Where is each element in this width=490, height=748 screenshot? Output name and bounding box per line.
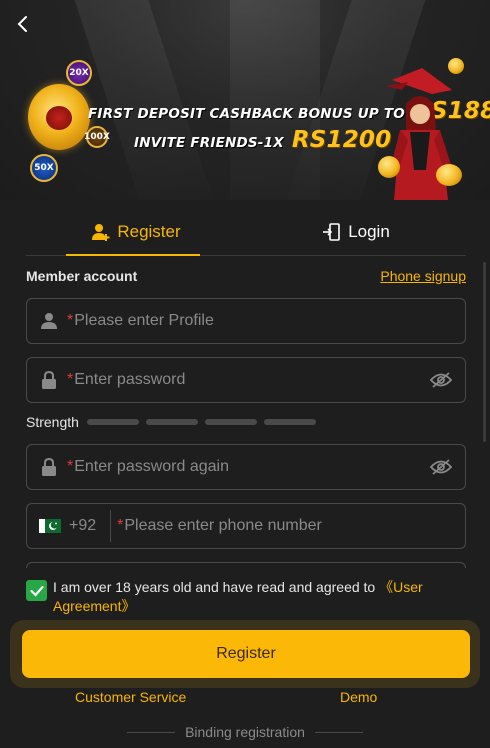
required-marker: *	[117, 517, 124, 534]
register-button-glow: Register	[10, 620, 480, 688]
multiplier-chip-icon: 50X	[30, 154, 58, 182]
coin-icon	[378, 156, 400, 178]
eye-off-icon[interactable]	[429, 459, 453, 475]
strength-bar	[145, 419, 198, 425]
check-icon	[29, 585, 44, 597]
agreement-row: I am over 18 years old and have read and…	[26, 578, 466, 616]
agreement-text: I am over 18 years old and have read and…	[53, 578, 466, 616]
confirm-password-field: *	[26, 444, 466, 490]
required-marker: *	[67, 371, 74, 388]
confirm-password-input[interactable]	[74, 458, 429, 476]
agreement-checkbox[interactable]	[26, 580, 47, 601]
binding-registration-label: Binding registration	[185, 724, 305, 740]
tab-login-label: Login	[348, 221, 390, 241]
strength-bar	[263, 419, 316, 425]
golden-emblem-icon	[28, 84, 90, 150]
lock-icon	[39, 371, 59, 389]
coin-icon	[436, 164, 462, 186]
auth-tabs: Register Login	[26, 208, 466, 256]
password-field: *	[26, 357, 466, 403]
register-button[interactable]: Register	[22, 630, 470, 678]
country-code[interactable]: +92	[69, 517, 96, 535]
scrollbar[interactable]	[483, 262, 486, 442]
footer-links: Customer Service Demo	[0, 689, 490, 709]
pakistan-flag-icon[interactable]	[39, 519, 61, 533]
demo-link[interactable]: Demo	[340, 689, 377, 705]
password-input[interactable]	[74, 371, 429, 389]
strength-bar	[86, 419, 139, 425]
coin-icon	[448, 58, 464, 74]
promo-amount2: RS1200	[291, 127, 392, 153]
chevron-left-icon	[17, 16, 27, 32]
member-account-row: Member account Phone signup	[26, 268, 466, 284]
back-button[interactable]	[10, 12, 34, 36]
user-icon	[39, 312, 59, 330]
phone-field: +92 *	[26, 503, 466, 549]
profile-input[interactable]	[74, 312, 453, 330]
strength-bar	[204, 419, 257, 425]
tab-register[interactable]: Register	[26, 208, 246, 256]
binding-registration: Binding registration	[0, 724, 490, 740]
promo-line1: FIRST DEPOSIT CASHBACK BONUS UP TO	[88, 106, 405, 122]
multiplier-chip-icon: 20X	[66, 60, 92, 86]
divider-line	[314, 731, 363, 733]
eye-off-icon[interactable]	[429, 372, 453, 388]
tab-login[interactable]: Login	[246, 208, 466, 255]
divider-line	[127, 731, 176, 733]
promo-line2: INVITE FRIENDS-1X	[134, 135, 284, 151]
phone-signup-link[interactable]: Phone signup	[380, 268, 466, 284]
hidden-field-edge	[26, 562, 466, 568]
customer-service-link[interactable]: Customer Service	[75, 689, 186, 705]
promo-banner[interactable]: 20X 100X 50X FIRST DEPOSIT CASHBACK BONU…	[0, 0, 490, 200]
promo-text: FIRST DEPOSIT CASHBACK BONUS UP TO RS188…	[88, 98, 490, 153]
login-door-icon	[322, 222, 342, 242]
required-marker: *	[67, 312, 74, 329]
profile-field: *	[26, 298, 466, 344]
password-strength: Strength	[26, 414, 323, 430]
tab-register-label: Register	[117, 221, 181, 241]
section-title: Member account	[26, 268, 138, 284]
phone-input[interactable]	[124, 517, 453, 535]
required-marker: *	[67, 458, 74, 475]
user-add-icon	[91, 222, 111, 242]
strength-label: Strength	[26, 414, 79, 430]
lock-icon	[39, 458, 59, 476]
agreement-statement: I am over 18 years old and have read and…	[53, 579, 380, 595]
divider	[110, 510, 112, 542]
